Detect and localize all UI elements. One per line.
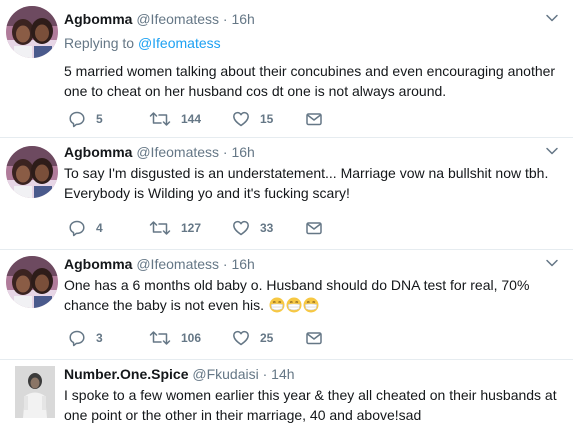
direct-message-button[interactable] bbox=[305, 110, 323, 128]
display-name[interactable]: Agbomma bbox=[64, 11, 132, 27]
tweet-text: To say I'm disgusted is an understatemen… bbox=[64, 165, 549, 201]
retweet-count: 144 bbox=[181, 112, 202, 126]
avatar[interactable] bbox=[6, 146, 58, 198]
tweet-text: One has a 6 months old baby o. Husband s… bbox=[64, 275, 559, 315]
face-with-medical-mask-icon bbox=[286, 297, 302, 313]
reply-icon bbox=[68, 329, 86, 347]
separator-dot: · bbox=[222, 256, 228, 272]
tweet-text: I spoke to a few women earlier this year… bbox=[64, 387, 557, 423]
user-handle[interactable]: @Ifeomatess bbox=[136, 144, 219, 160]
reply-count: 3 bbox=[96, 331, 103, 345]
heart-icon bbox=[232, 329, 250, 347]
reply-button[interactable]: 4 bbox=[68, 219, 103, 237]
timestamp[interactable]: 14h bbox=[271, 366, 294, 382]
reply-icon bbox=[68, 219, 86, 237]
retweet-button[interactable]: 127 bbox=[149, 219, 201, 237]
face-with-medical-mask-icon bbox=[269, 297, 285, 313]
envelope-icon bbox=[305, 219, 323, 237]
tweet[interactable]: Agbomma @Ifeomatess · 16h Replying to @I… bbox=[0, 0, 573, 138]
user-handle[interactable]: @Fkudaisi bbox=[192, 366, 258, 382]
timestamp[interactable]: 16h bbox=[231, 256, 254, 272]
reply-count: 5 bbox=[96, 112, 103, 126]
tweet[interactable]: Number.One.Spice @Fkudaisi · 14h I spoke… bbox=[0, 360, 573, 430]
retweet-button[interactable]: 144 bbox=[149, 110, 201, 128]
tweet[interactable]: Agbomma @Ifeomatess · 16h To say I'm dis… bbox=[0, 138, 573, 250]
chevron-down-icon[interactable] bbox=[545, 144, 559, 158]
tweet-header: Agbomma @Ifeomatess · 16h bbox=[64, 142, 559, 162]
display-name[interactable]: Agbomma bbox=[64, 256, 132, 272]
envelope-icon bbox=[305, 329, 323, 347]
replying-to-label: Replying to bbox=[64, 35, 135, 51]
avatar[interactable] bbox=[6, 256, 58, 308]
replying-to-handle[interactable]: @Ifeomatess bbox=[138, 35, 221, 51]
timestamp[interactable]: 16h bbox=[231, 144, 254, 160]
user-handle[interactable]: @Ifeomatess bbox=[136, 256, 219, 272]
retweet-button[interactable]: 106 bbox=[149, 329, 201, 347]
face-with-medical-mask-icon bbox=[303, 297, 319, 313]
like-button[interactable]: 25 bbox=[232, 329, 273, 347]
timestamp[interactable]: 16h bbox=[231, 11, 254, 27]
reply-button[interactable]: 5 bbox=[68, 110, 103, 128]
reply-button[interactable]: 3 bbox=[68, 329, 103, 347]
separator-dot: · bbox=[262, 366, 268, 382]
tweet-text: 5 married women talking about their conc… bbox=[64, 63, 556, 99]
direct-message-button[interactable] bbox=[305, 329, 323, 347]
retweet-icon bbox=[149, 329, 171, 347]
retweet-count: 106 bbox=[181, 331, 202, 345]
direct-message-button[interactable] bbox=[305, 219, 323, 237]
user-handle[interactable]: @Ifeomatess bbox=[136, 11, 219, 27]
separator-dot: · bbox=[222, 11, 228, 27]
chevron-down-icon[interactable] bbox=[545, 256, 559, 270]
chevron-down-icon[interactable] bbox=[545, 11, 559, 25]
tweet-header: Number.One.Spice @Fkudaisi · 14h bbox=[64, 364, 559, 384]
avatar[interactable] bbox=[15, 366, 55, 418]
replying-to: Replying to @Ifeomatess bbox=[64, 33, 559, 53]
like-button[interactable]: 15 bbox=[232, 110, 273, 128]
tweet[interactable]: Agbomma @Ifeomatess · 16h One has a 6 mo… bbox=[0, 250, 573, 360]
retweet-count: 127 bbox=[181, 221, 202, 235]
heart-icon bbox=[232, 110, 250, 128]
retweet-icon bbox=[149, 110, 171, 128]
heart-icon bbox=[232, 219, 250, 237]
display-name[interactable]: Agbomma bbox=[64, 144, 132, 160]
like-count: 25 bbox=[260, 331, 274, 345]
tweet-header: Agbomma @Ifeomatess · 16h bbox=[64, 9, 559, 29]
retweet-icon bbox=[149, 219, 171, 237]
like-count: 15 bbox=[260, 112, 274, 126]
tweet-header: Agbomma @Ifeomatess · 16h bbox=[64, 254, 559, 274]
reply-count: 4 bbox=[96, 221, 103, 235]
avatar[interactable] bbox=[6, 6, 58, 58]
display-name[interactable]: Number.One.Spice bbox=[64, 366, 188, 382]
separator-dot: · bbox=[222, 144, 228, 160]
reply-icon bbox=[68, 110, 86, 128]
like-button[interactable]: 33 bbox=[232, 219, 273, 237]
like-count: 33 bbox=[260, 221, 274, 235]
envelope-icon bbox=[305, 110, 323, 128]
